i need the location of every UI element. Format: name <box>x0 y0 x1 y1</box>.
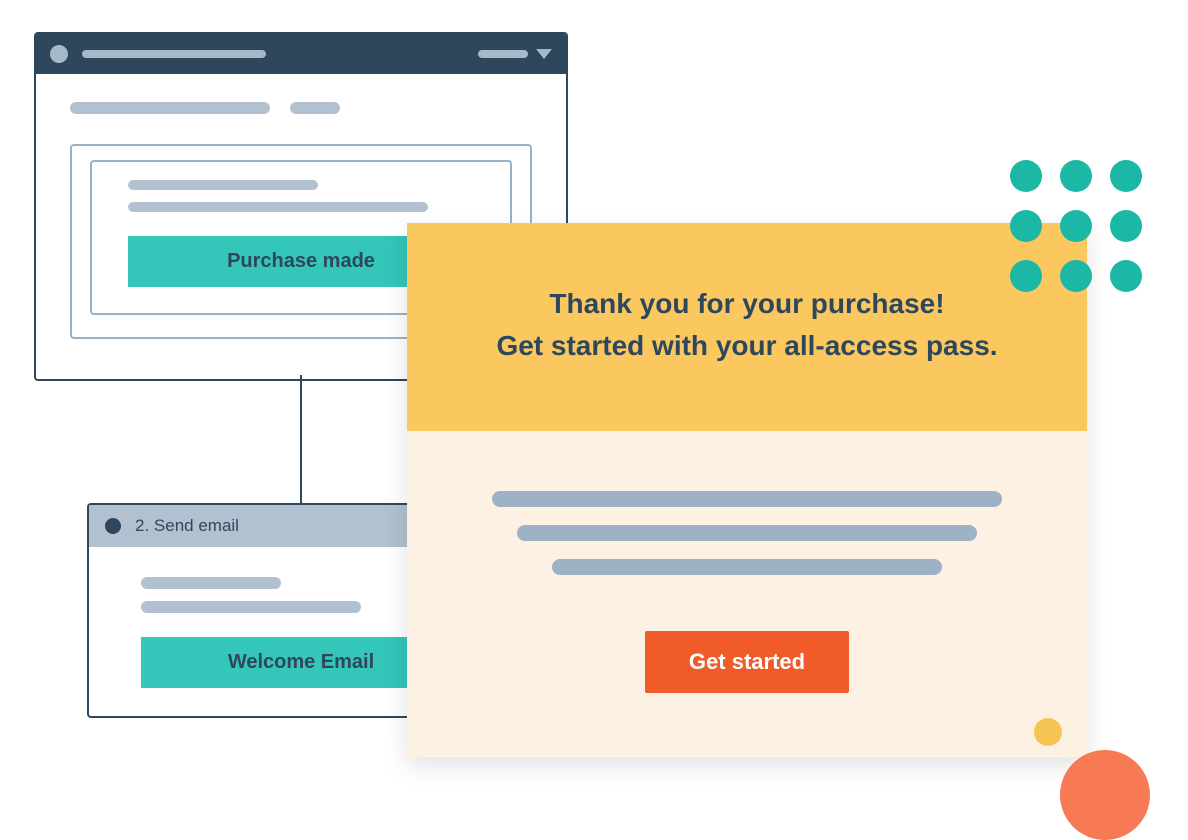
workflow-connector-line <box>300 375 302 505</box>
step-indicator-dot <box>105 518 121 534</box>
grid-dot-icon <box>1110 160 1142 192</box>
decorative-dot-grid <box>1010 160 1142 292</box>
grid-dot-icon <box>1060 210 1092 242</box>
get-started-button[interactable]: Get started <box>645 631 849 693</box>
grid-dot-icon <box>1010 210 1042 242</box>
chevron-down-icon[interactable] <box>536 49 552 59</box>
placeholder-line <box>141 601 361 613</box>
title-bar-menu-placeholder <box>478 50 528 58</box>
grid-dot-icon <box>1110 210 1142 242</box>
grid-dot-icon <box>1060 260 1092 292</box>
workflow-step-label: 2. Send email <box>135 516 239 536</box>
email-heading-line-1: Thank you for your purchase! <box>447 283 1047 325</box>
email-preview-card: Thank you for your purchase! Get started… <box>407 223 1087 757</box>
email-header: Thank you for your purchase! Get started… <box>407 223 1087 431</box>
grid-dot-icon <box>1010 160 1042 192</box>
window-control-dot <box>50 45 68 63</box>
decorative-large-orange-dot-icon <box>1060 750 1150 840</box>
email-body: Get started <box>407 431 1087 757</box>
email-heading-line-2: Get started with your all-access pass. <box>447 325 1047 367</box>
placeholder-line <box>128 180 318 190</box>
placeholder-line <box>290 102 340 114</box>
grid-dot-icon <box>1010 260 1042 292</box>
placeholder-line <box>492 491 1002 507</box>
grid-dot-icon <box>1060 160 1092 192</box>
window-title-bar <box>36 34 566 74</box>
placeholder-line <box>552 559 942 575</box>
placeholder-line <box>128 202 428 212</box>
placeholder-line <box>70 102 270 114</box>
grid-dot-icon <box>1110 260 1142 292</box>
decorative-small-yellow-dot-icon <box>1034 718 1062 746</box>
placeholder-line <box>517 525 977 541</box>
placeholder-line <box>141 577 281 589</box>
title-bar-placeholder <box>82 50 266 58</box>
